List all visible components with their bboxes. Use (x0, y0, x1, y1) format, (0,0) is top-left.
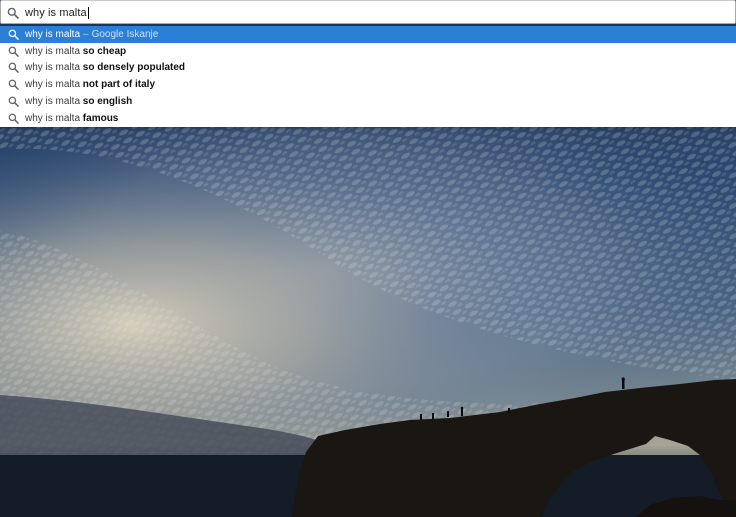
search-icon (8, 113, 19, 124)
suggestion-item[interactable]: why is malta famous (0, 110, 736, 127)
suggestion-completion: not part of italy (82, 79, 156, 91)
text-caret (87, 7, 89, 19)
search-icon (7, 7, 19, 19)
suggestion-item[interactable]: why is malta so cheap (0, 43, 736, 60)
omnibox-query-text[interactable]: why is malta (25, 7, 87, 19)
suggestion-query: why is malta (25, 28, 81, 40)
suggestion-item[interactable]: why is malta not part of italy (0, 76, 736, 93)
suggestion-item[interactable]: why is malta – Google Iskanje (0, 26, 736, 43)
suggestion-completion: famous (82, 112, 119, 124)
suggestion-provider: Google Iskanje (91, 28, 159, 40)
omnibox-content: why is malta (7, 4, 89, 22)
omnibox[interactable]: why is malta (0, 0, 736, 24)
search-icon (8, 63, 19, 74)
search-icon (8, 79, 19, 91)
search-icon (8, 96, 19, 107)
suggestion-query: why is malta (25, 96, 81, 108)
suggestion-item[interactable]: why is malta so densely populated (0, 60, 736, 77)
suggestion-item[interactable]: why is malta so english (0, 93, 736, 110)
suggestion-query: why is malta (25, 45, 81, 57)
suggestion-query: why is malta (25, 62, 81, 74)
autocomplete-dropdown: why is malta – Google Iskanje why is malta … (0, 26, 736, 127)
suggestion-completion: so densely populated (82, 62, 186, 74)
suggestion-completion: so english (82, 96, 133, 108)
search-icon (8, 29, 19, 40)
search-icon (8, 46, 19, 57)
suggestion-query: why is malta (25, 112, 81, 124)
suggestion-separator: – (83, 28, 89, 40)
suggestion-query: why is malta (25, 79, 81, 91)
browser-new-tab-page: why is malta why is malta – Google Iskanje… (0, 0, 736, 517)
suggestion-completion: so cheap (82, 45, 127, 57)
